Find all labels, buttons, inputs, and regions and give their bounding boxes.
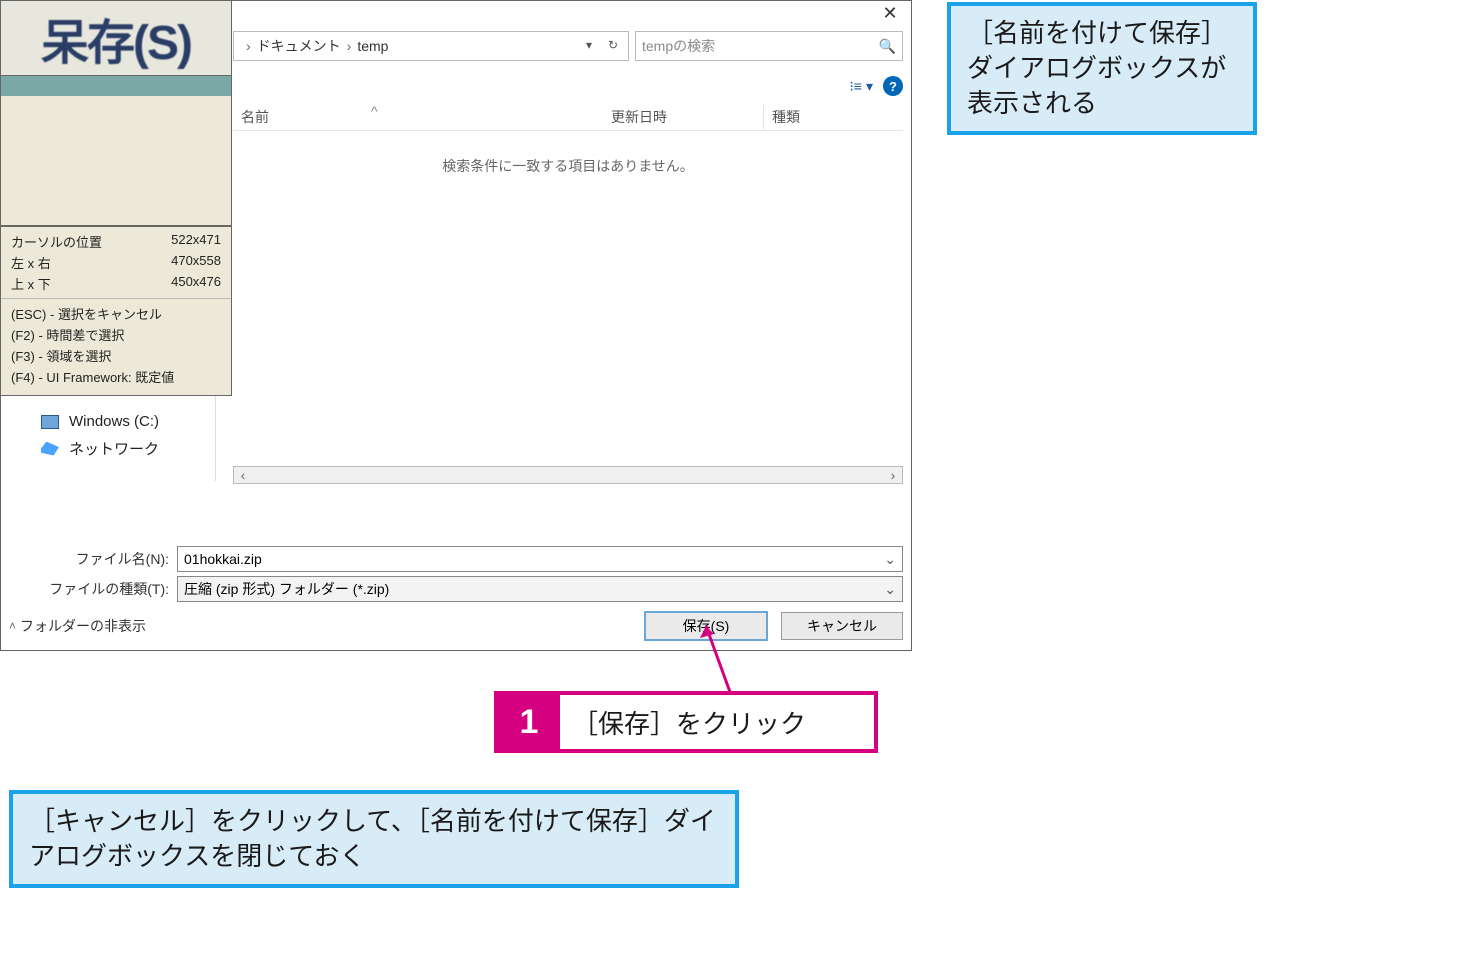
refresh-icon[interactable]: ↻	[602, 34, 624, 56]
view-list-icon: ⁝≡	[849, 78, 862, 95]
callout-bottom: ［キャンセル］をクリックして、［名前を付けて保存］ダイアログボックスを閉じておく	[9, 790, 739, 888]
dialog-bottom-row: ˄ フォルダーの非表示 保存(S) キャンセル	[9, 610, 903, 642]
chevron-up-icon: ˄	[9, 619, 16, 633]
sidebar-item-network[interactable]: ネットワーク	[41, 438, 159, 459]
stat-value: 470x558	[171, 253, 221, 272]
filename-value: 01hokkai.zip	[184, 551, 262, 567]
stat-label: 上 x 下	[11, 274, 51, 293]
chevron-right-icon: ›	[347, 38, 352, 54]
close-button[interactable]: ✕	[869, 1, 911, 29]
search-icon[interactable]: 🔍	[879, 38, 896, 55]
address-bar-row: › ドキュメント › temp ▾ ↻ tempの検索 🔍	[233, 31, 903, 61]
breadcrumb-seg[interactable]: ドキュメント	[257, 36, 341, 56]
sidebar-item-label: ネットワーク	[69, 438, 159, 459]
hide-folders-toggle[interactable]: ˄ フォルダーの非表示	[9, 616, 146, 636]
hotkey-row: (ESC) - 選択をキャンセル	[1, 303, 231, 324]
sidebar-item-label: Windows (C:)	[69, 413, 159, 430]
hide-folders-label: フォルダーの非表示	[20, 616, 146, 636]
column-date[interactable]: 更新日時	[603, 105, 763, 130]
file-list-header: 名前 ^ 更新日時 種類	[233, 105, 903, 131]
scroll-left-icon[interactable]: ‹	[234, 467, 252, 483]
filename-label: ファイル名(N):	[9, 549, 177, 569]
overlay-stats-panel: カーソルの位置 522x471 左 x 右 470x558 上 x 下 450x…	[0, 226, 232, 396]
sidebar-item-drive[interactable]: Windows (C:)	[41, 413, 159, 430]
empty-message: 検索条件に一致する項目はありません。	[233, 156, 903, 176]
cancel-button[interactable]: キャンセル	[781, 612, 903, 640]
stat-label: カーソルの位置	[11, 232, 102, 251]
chevron-down-icon: ▾	[866, 78, 873, 95]
callout-top: ［名前を付けて保存］ダイアログボックスが表示される	[947, 2, 1257, 135]
search-placeholder: tempの検索	[642, 36, 715, 56]
chevron-down-icon[interactable]: ⌄	[884, 581, 896, 598]
breadcrumb-seg[interactable]: temp	[357, 38, 388, 54]
filetype-field[interactable]: 圧縮 (zip 形式) フォルダー (*.zip) ⌄	[177, 576, 903, 602]
stat-value: 522x471	[171, 232, 221, 251]
column-name-label: 名前	[241, 109, 269, 125]
scroll-track[interactable]	[252, 467, 884, 483]
filetype-value: 圧縮 (zip 形式) フォルダー (*.zip)	[184, 579, 389, 599]
stat-label: 左 x 右	[11, 253, 51, 272]
address-dropdown-icon[interactable]: ▾	[578, 34, 600, 56]
save-button[interactable]: 保存(S)	[645, 612, 767, 640]
column-name[interactable]: 名前 ^	[233, 105, 603, 130]
stat-value: 450x476	[171, 274, 221, 293]
scroll-right-icon[interactable]: ›	[884, 467, 902, 483]
search-input[interactable]: tempの検索 🔍	[635, 31, 903, 61]
network-icon	[41, 442, 59, 456]
chevron-right-icon: ›	[246, 38, 251, 54]
sort-asc-icon: ^	[371, 103, 378, 119]
horizontal-scrollbar[interactable]: ‹ ›	[233, 466, 903, 484]
filetype-label: ファイルの種類(T):	[9, 579, 177, 599]
overlay-accent-bar	[0, 76, 232, 96]
filename-field[interactable]: 01hokkai.zip ⌄	[177, 546, 903, 572]
overlay-body	[0, 96, 232, 226]
hotkey-row: (F2) - 時間差で選択	[1, 324, 231, 345]
sidebar-items: Windows (C:) ネットワーク	[41, 405, 159, 467]
hotkey-row: (F3) - 領域を選択	[1, 345, 231, 366]
overlay-title-text: 呆存(S)	[41, 3, 191, 73]
view-mode-button[interactable]: ⁝≡ ▾	[849, 78, 873, 95]
form-area: ファイル名(N): 01hokkai.zip ⌄ ファイルの種類(T): 圧縮 …	[9, 542, 903, 606]
help-icon[interactable]: ?	[883, 76, 903, 96]
hotkey-row: (F4) - UI Framework: 既定値	[1, 366, 231, 387]
step-number: 1	[498, 695, 560, 749]
step-callout: 1 ［保存］をクリック	[494, 691, 878, 753]
drive-icon	[41, 415, 59, 429]
overlay-title-bar: 呆存(S)	[0, 0, 232, 76]
step-text: ［保存］をクリック	[560, 695, 874, 749]
breadcrumb[interactable]: › ドキュメント › temp ▾ ↻	[233, 31, 629, 61]
chevron-down-icon[interactable]: ⌄	[884, 551, 896, 568]
column-kind[interactable]: 種類	[763, 105, 903, 130]
dialog-toolbar: ⁝≡ ▾ ?	[233, 69, 903, 103]
